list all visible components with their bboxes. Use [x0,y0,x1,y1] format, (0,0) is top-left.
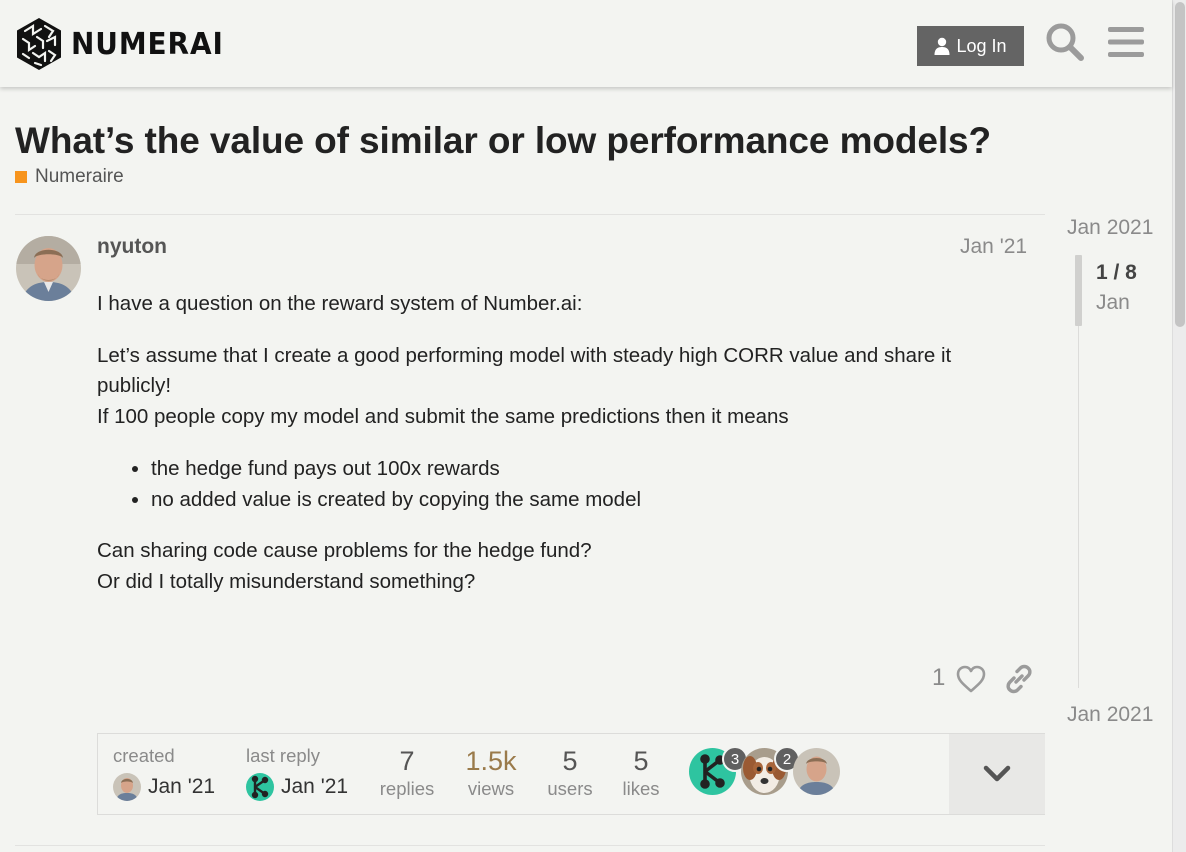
nyuton-avatar-image [793,748,840,795]
last-reply-info: last reply Jan '21 [246,745,348,801]
created-row[interactable]: Jan '21 [113,773,215,801]
replies-count: 7 [399,746,415,776]
expand-topic-details-button[interactable] [949,734,1045,814]
log-in-label: Log In [956,35,1007,56]
likes-count: 5 [633,746,649,776]
participant-avatar[interactable]: 3 [689,746,748,795]
timeline-end-date[interactable]: Jan 2021 [1067,703,1153,727]
timeline-position: 1 / 8 [1096,261,1137,284]
replies-label: replies [379,778,435,799]
views-stat: 1.5k views [458,746,524,800]
participant-avatar[interactable]: 2 [741,746,800,795]
nyuton-avatar [793,748,840,795]
views-label: views [467,778,515,799]
users-label: users [547,778,593,799]
menu-button[interactable] [1105,21,1147,63]
page-scrollbar[interactable] [1172,0,1186,852]
post-line: If 100 people copy my model and submit t… [97,404,789,428]
participant-avatar[interactable] [793,748,840,795]
post-divider [15,845,1045,846]
post-paragraph: Can sharing code cause problems for the … [97,536,1027,597]
link-icon [1006,664,1032,694]
likes-stat: 5 likes [618,746,664,800]
post-paragraph: Let’s assume that I create a good perfor… [97,341,1027,433]
users-count: 5 [562,746,578,776]
created-label: created [113,745,175,766]
list-item: the hedge fund pays out 100x rewards [151,453,1027,484]
timeline-position-date: Jan [1096,291,1130,314]
share-link-button[interactable] [1003,663,1035,695]
chevron-down-icon [983,765,1011,782]
replies-stat: 7 replies [376,746,438,800]
numerai-logo-icon [17,18,61,70]
post-line: Let’s assume that I create a good perfor… [97,343,952,398]
last-reply-row[interactable]: Jan '21 [246,773,348,801]
topic-divider [15,214,1045,215]
created-date: Jan '21 [148,775,216,798]
timeline-scroller-handle[interactable] [1075,255,1082,326]
post-line: Can sharing code cause problems for the … [97,539,592,562]
brand-name: NUMERAI [71,26,224,62]
scrollbar-thumb[interactable] [1175,2,1185,327]
heart-icon [956,665,986,693]
topic-map: created Jan '21 last reply Jan '21 7 rep… [97,733,1045,815]
created-info: created Jan '21 [113,745,215,801]
last-reply-date: Jan '21 [281,775,349,798]
list-item: no added value is created by copying the… [151,484,1027,515]
like-count[interactable]: 1 [932,664,945,692]
last-reply-label: last reply [246,745,321,766]
like-button[interactable] [955,663,987,695]
post-paragraph: I have a question on the reward system o… [97,292,583,315]
log-in-button[interactable]: Log In [917,26,1024,66]
views-count: 1.5k [465,746,517,776]
category-color-square [15,171,27,183]
category-badge[interactable]: Numeraire [15,166,124,188]
hamburger-menu-icon [1108,27,1144,57]
post-author[interactable]: nyuton [97,235,167,259]
topic-title[interactable]: What’s the value of similar or low perfo… [15,120,991,162]
search-icon [1046,23,1084,61]
avatar [246,773,274,801]
site-header: NUMERAI Log In [0,0,1172,87]
post-line: Or did I totally misunderstand something… [97,569,476,593]
nyuton-avatar-image [16,236,81,301]
numerai-logo[interactable]: NUMERAI [15,17,235,71]
nyuton-avatar-image [113,773,141,801]
post-content: I have a question on the reward system o… [97,289,1027,618]
likes-label: likes [622,778,660,799]
avatar [113,773,141,801]
search-button[interactable] [1044,21,1086,63]
post-date[interactable]: Jan '21 [960,235,1027,259]
user-icon [934,37,950,55]
category-name: Numeraire [35,166,124,187]
post-bullet-list: the hedge fund pays out 100x rewards no … [151,453,1027,515]
timeline-start-date[interactable]: Jan 2021 [1067,216,1153,240]
avatar[interactable] [16,236,81,301]
numerai-k-avatar-image [246,773,274,801]
users-stat: 5 users [544,746,596,800]
